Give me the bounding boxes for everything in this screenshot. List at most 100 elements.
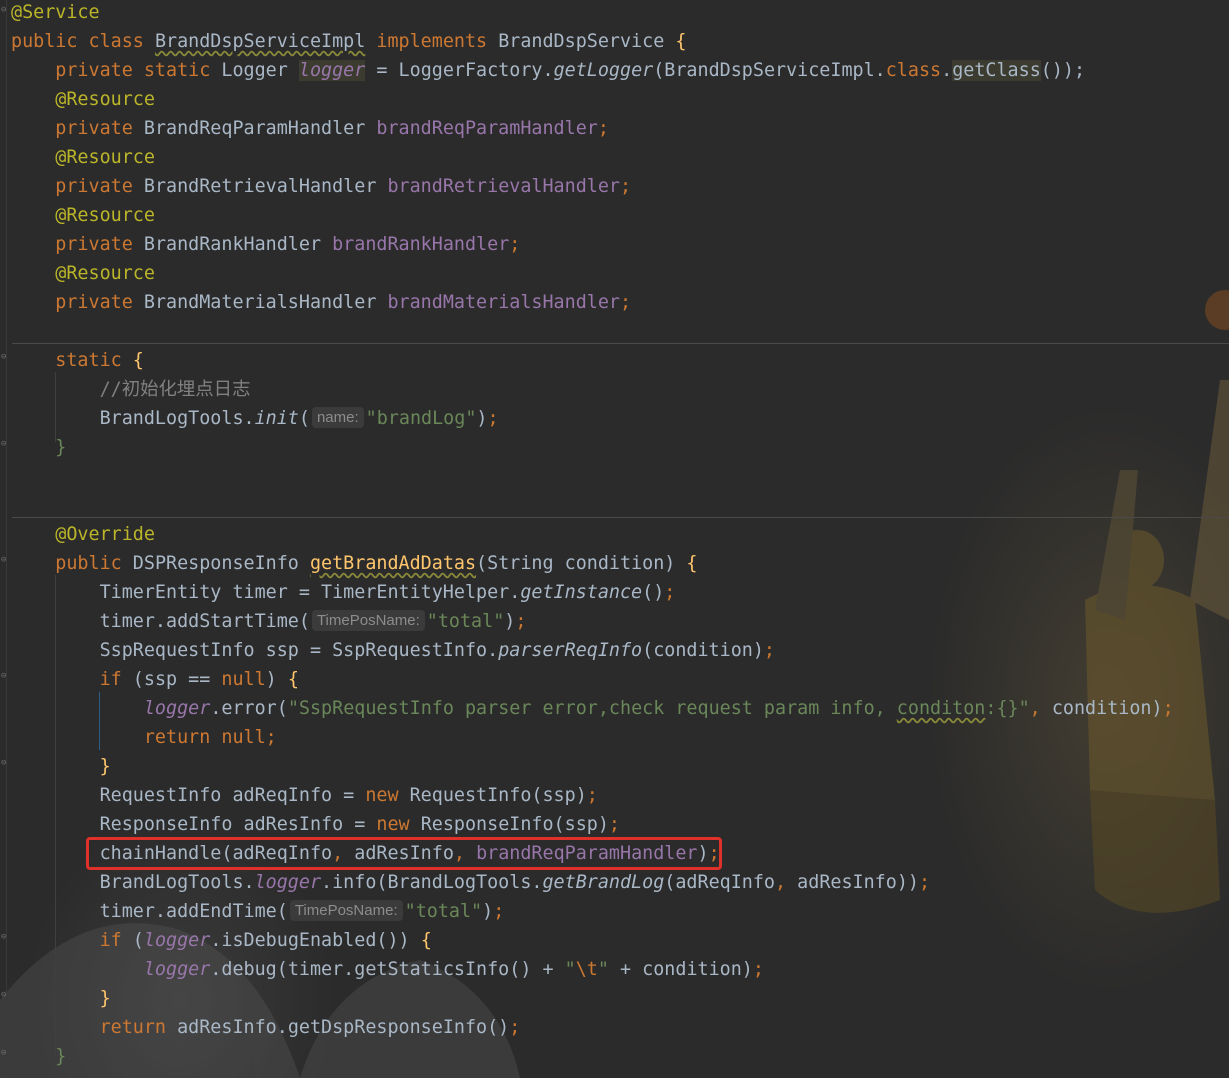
code-line[interactable]: } [11,1042,66,1071]
code-token: @Service [11,2,100,23]
code-token: ; [619,176,632,197]
fold-marker-icon[interactable]: ⊖ [1,440,10,449]
fold-marker-icon[interactable]: ⊖ [1,353,10,362]
code-token: ; [918,872,931,893]
code-token: new [365,785,410,806]
code-line[interactable]: if (ssp == null) { [11,665,299,694]
code-line[interactable]: } [11,984,111,1013]
code-token: ; [487,408,499,429]
gutter [6,0,7,1078]
code-line[interactable]: @Resource [11,201,155,230]
code-token: if [11,669,133,690]
code-token: ; [664,582,676,603]
code-token: adResInfo)) [797,872,919,893]
code-token: (ssp == [132,669,222,690]
code-token: .isDebugEnabled()) [210,930,421,951]
code-token: BrandMaterialsHandler [143,292,388,313]
code-token: DSPResponseInfo [132,553,310,574]
fold-marker-icon[interactable]: ⊖ [1,556,10,565]
code-line[interactable]: } [11,752,111,781]
code-line[interactable]: @Resource [11,143,155,172]
code-line[interactable]: SspRequestInfo ssp = SspRequestInfo.pars… [11,636,775,665]
code-token: logger [143,930,211,951]
code-token: BrandRetrievalHandler [143,176,388,197]
code-line[interactable]: logger.error("SspRequestInfo parser erro… [11,694,1174,723]
code-line[interactable]: RequestInfo adReqInfo = new RequestInfo(… [11,781,598,810]
fold-marker-icon[interactable]: ⊖ [1,6,10,15]
code-token: private [11,292,144,313]
code-line[interactable]: private BrandReqParamHandler brandReqPar… [11,114,609,143]
code-token: " [597,959,609,980]
code-line[interactable]: return adResInfo.getDspResponseInfo(); [11,1013,521,1042]
fold-marker-icon[interactable]: ⊖ [1,933,10,942]
code-line[interactable]: private BrandRankHandler brandRankHandle… [11,230,520,259]
code-token: static [11,350,133,371]
fold-marker-icon[interactable]: ⊖ [1,1049,10,1058]
code-token: (condition) [642,640,764,661]
code-line[interactable]: @Resource [11,85,155,114]
code-token: getLogger [553,60,654,81]
code-token: SspRequestInfo ssp = SspRequestInfo. [11,640,499,661]
code-token: " [564,959,576,980]
code-token: private [11,118,144,139]
code-token: BrandReqParamHandler [143,118,377,139]
code-line[interactable]: private BrandMaterialsHandler brandMater… [11,288,631,317]
highlight-annotation-box [86,837,722,870]
code-token: ; [619,292,632,313]
code-line[interactable]: private static Logger logger = LoggerFac… [11,56,1085,85]
code-token: ) [265,669,288,690]
code-token: private [11,176,144,197]
code-token: null [221,669,266,690]
code-line[interactable]: @Service [11,0,100,27]
code-line[interactable]: timer.addEndTime(TimePosName: "total"); [11,897,504,926]
code-token: ) [482,901,494,922]
code-line[interactable]: } [11,433,66,462]
code-line[interactable]: @Override [11,520,155,549]
code-line[interactable]: ResponseInfo adResInfo = new ResponseInf… [11,810,620,839]
code-token: BrandDspServiceImpl [154,31,366,52]
code-line[interactable]: @Resource [11,259,155,288]
code-token: BrandRankHandler [143,234,333,255]
code-editor[interactable]: ⊖ ⊖ ⊖ ⊖ ⊖ ⊖ ⊖ ⊖ ⊖ @Service public class B… [0,0,1229,1078]
code-token: TimerEntity timer = TimerEntityHelper. [11,582,521,603]
code-token: brandRankHandler [332,234,510,255]
code-token: class [885,60,942,81]
code-token: getInstance [520,582,643,603]
code-token: ; [493,901,505,922]
parameter-hint: TimePosName: [289,900,403,921]
code-token: ; [515,611,527,632]
code-token: ; [608,814,620,835]
fold-marker-icon[interactable]: ⊖ [1,991,10,1000]
code-token: logger [11,959,211,980]
code-token: Logger [221,60,299,81]
parameter-hint: name: [311,407,364,428]
code-token: ResponseInfo(ssp) [420,814,609,835]
code-token: logger [298,60,366,81]
code-token: ; [586,785,598,806]
code-token: if [11,930,133,951]
code-line[interactable]: BrandLogTools.logger.info(BrandLogTools.… [11,868,930,897]
code-line[interactable]: logger.debug(timer.getStaticsInfo() + "\… [11,955,764,984]
code-token: ) [504,611,516,632]
code-line[interactable]: public class BrandDspServiceImpl impleme… [11,27,686,56]
code-line[interactable]: public DSPResponseInfo getBrandAdDatas(S… [11,549,697,578]
code-token: ; [763,640,775,661]
code-token: , [775,872,798,893]
fold-marker-icon[interactable]: ⊖ [1,759,10,768]
code-line[interactable]: //初始化埋点日志 [11,375,251,404]
fold-marker-icon[interactable]: ⊖ [1,672,10,681]
code-token: :{}" [985,698,1030,719]
code-token: return [11,1017,178,1038]
code-line[interactable]: static { [11,346,144,375]
code-line[interactable]: timer.addStartTime(TimePosName: "total"); [11,607,526,636]
code-token: conditon [896,698,986,719]
code-line[interactable]: BrandLogTools.init(name: "brandLog"); [11,404,499,433]
code-token: ResponseInfo adResInfo = [11,814,377,835]
code-token: ; [597,118,609,139]
code-line[interactable]: TimerEntity timer = TimerEntityHelper.ge… [11,578,676,607]
code-line[interactable]: if (logger.isDebugEnabled()) { [11,926,432,955]
code-line[interactable]: private BrandRetrievalHandler brandRetri… [11,172,631,201]
code-token: } [11,1046,67,1067]
code-token: + condition) [608,959,753,980]
code-line[interactable]: return null; [11,723,277,752]
